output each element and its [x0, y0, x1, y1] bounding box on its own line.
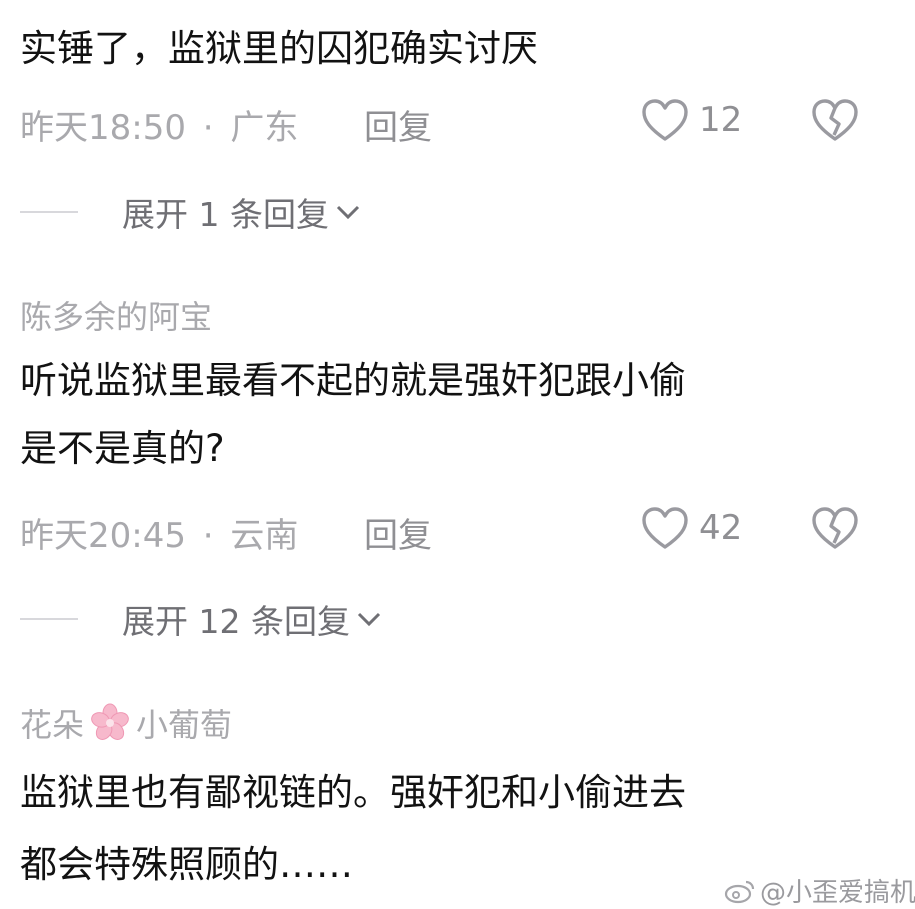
comment-2-like-button[interactable]: 42 [640, 505, 742, 551]
comment-1-location: 广东 [230, 108, 299, 148]
comment-1-reply-button[interactable]: 回复 [364, 100, 432, 149]
weibo-logo-icon [724, 878, 756, 904]
broken-heart-icon[interactable] [810, 505, 860, 551]
comment-1-meta: 昨天18:50 · 广东 [20, 108, 299, 148]
comment-1-like-button[interactable]: 12 [640, 97, 742, 143]
comment-3-username[interactable]: 花朵 小葡萄 [20, 700, 232, 746]
broken-heart-icon[interactable] [810, 97, 860, 143]
comment-1-like-count: 12 [699, 100, 743, 140]
chevron-down-icon [335, 203, 361, 221]
comment-2-reply-button[interactable]: 回复 [364, 508, 432, 557]
comment-1-time: 昨天18:50 [20, 108, 186, 148]
comment-2-username[interactable]: 陈多余的阿宝 [20, 292, 212, 338]
comment-3-text: 监狱里也有鄙视链的。强奸犯和小偷进去 都会特殊照顾的…… [20, 771, 686, 886]
divider-line [20, 211, 78, 213]
cherry-blossom-icon [90, 703, 130, 743]
chevron-down-icon [356, 610, 382, 628]
heart-outline-icon [640, 505, 690, 551]
comment-2-expand-replies[interactable]: 展开 12 条回复 [20, 595, 382, 643]
watermark: @小歪爱搞机 [724, 872, 915, 909]
comment-2-text: 听说监狱里最看不起的就是强奸犯跟小偷 是不是真的? [20, 359, 686, 470]
comment-1-text: 实锤了，监狱里的囚犯确实讨厌 [20, 27, 538, 70]
comment-1-expand-replies[interactable]: 展开 1 条回复 [20, 188, 361, 236]
comment-2-location: 云南 [230, 516, 299, 556]
divider-line [20, 618, 78, 620]
comment-2-meta: 昨天20:45 · 云南 [20, 516, 299, 556]
comment-2-like-count: 42 [699, 508, 743, 548]
heart-outline-icon [640, 97, 690, 143]
comment-2-time: 昨天20:45 [20, 516, 186, 556]
